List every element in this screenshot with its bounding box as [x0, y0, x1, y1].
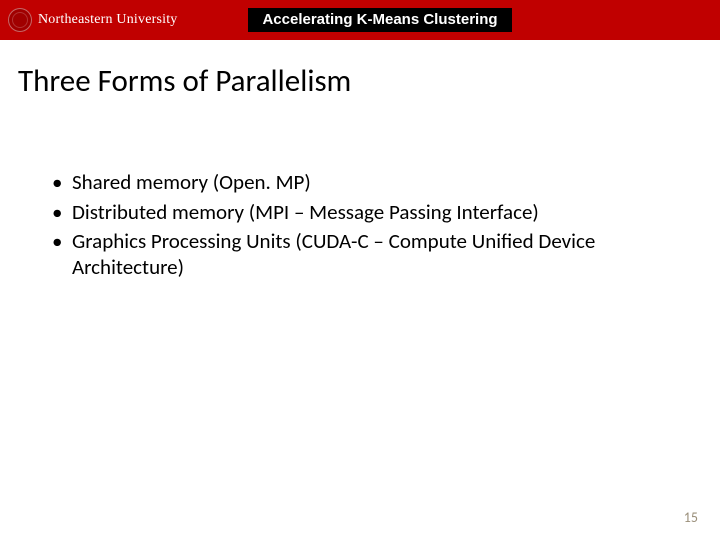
slide-body: Shared memory (Open. MP) Distributed mem… [0, 100, 720, 280]
deck-title: Accelerating K-Means Clustering [248, 8, 511, 32]
slide-title: Three Forms of Parallelism [0, 40, 720, 100]
list-item: Shared memory (Open. MP) [50, 170, 670, 196]
seal-icon [8, 8, 32, 32]
page-number: 15 [684, 509, 698, 526]
banner: Northeastern University Accelerating K-M… [0, 0, 720, 40]
list-item: Distributed memory (MPI – Message Passin… [50, 200, 670, 226]
bullet-list: Shared memory (Open. MP) Distributed mem… [50, 170, 670, 280]
university-logo-block: Northeastern University [0, 8, 178, 32]
list-item: Graphics Processing Units (CUDA-C – Comp… [50, 229, 670, 280]
university-name: Northeastern University [38, 12, 178, 28]
slide: Northeastern University Accelerating K-M… [0, 0, 720, 540]
